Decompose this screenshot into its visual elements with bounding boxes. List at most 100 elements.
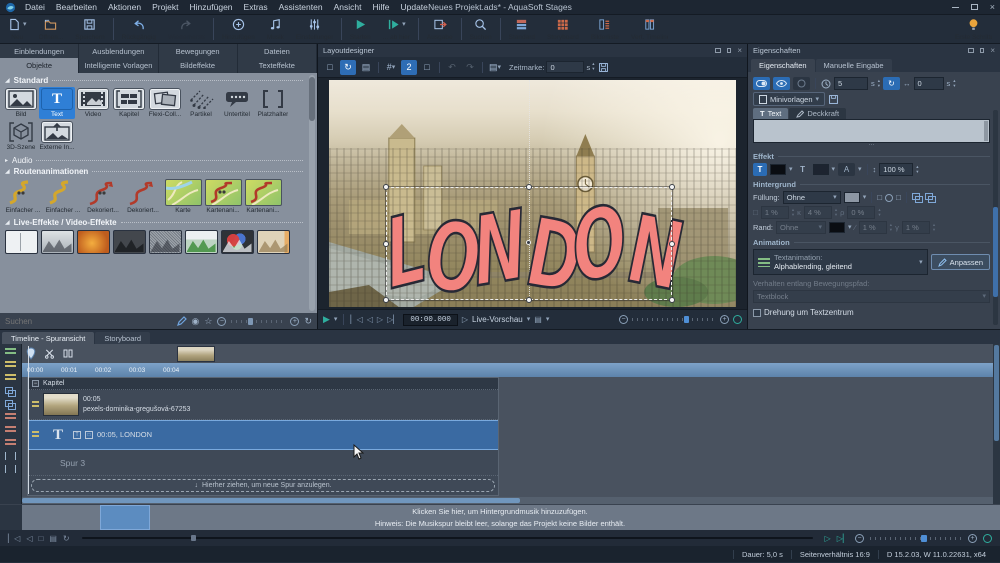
- tab-bildeffekte[interactable]: Bildeffekte: [159, 58, 238, 73]
- first-steps-button[interactable]: Erste Schritte: [949, 15, 998, 43]
- resize-handle-se[interactable]: [669, 297, 675, 303]
- background-image-icon[interactable]: □: [419, 60, 435, 75]
- textanimation-dropdown[interactable]: Textanimation:Alphablending, gleitend ▾: [753, 249, 928, 275]
- skip-end-icon[interactable]: ▷▏: [387, 315, 399, 324]
- effect-thumb-frame[interactable]: [5, 230, 38, 254]
- loop-range-icon[interactable]: [5, 465, 16, 473]
- left-panel-scrollbar[interactable]: [309, 75, 315, 311]
- route-dekoriert-1[interactable]: Dekoriert...: [83, 178, 123, 215]
- rotation-checkbox[interactable]: [753, 309, 761, 317]
- start-from-here-button[interactable]: ▾... ab hier: [377, 15, 416, 43]
- close-panel-icon[interactable]: ×: [990, 46, 995, 55]
- font-color-icon[interactable]: T: [753, 163, 767, 176]
- reset-view-icon[interactable]: ↻: [304, 317, 312, 326]
- zeitmarke-input[interactable]: 0: [546, 61, 584, 73]
- outline-color-swatch[interactable]: [813, 164, 829, 175]
- shape-rounded-icon[interactable]: □: [896, 193, 901, 202]
- zoom-level-icon[interactable]: 2: [401, 60, 417, 75]
- timeline-content[interactable]: 00:00 00:01 00:02 00:03 00:04 − Kapitel …: [22, 344, 993, 504]
- toggle-on-icon[interactable]: [753, 77, 770, 90]
- preview-zoom-in-icon[interactable]: +: [720, 315, 729, 324]
- play-options-caret[interactable]: ▾: [334, 316, 338, 323]
- sound-icon[interactable]: [793, 77, 810, 90]
- route-kartenanimation-2[interactable]: Kartenani...: [243, 178, 283, 215]
- effect-thumb-rgb[interactable]: [221, 230, 254, 254]
- border-color-swatch[interactable]: [829, 222, 845, 233]
- tab-bewegungen[interactable]: Bewegungen: [159, 44, 238, 58]
- fuellung-select[interactable]: Ohne▾: [783, 191, 841, 204]
- new-button[interactable]: ▾Neu: [2, 15, 33, 43]
- route-einfach-1[interactable]: Einfacher ...: [3, 178, 43, 215]
- textarea-scrollbar[interactable]: [984, 121, 988, 141]
- copy-icon[interactable]: [5, 400, 16, 408]
- favorites-star-icon[interactable]: ☆: [204, 317, 212, 326]
- zeitmarke-spinner[interactable]: ▴▾: [592, 62, 594, 72]
- object-flexi-collage[interactable]: Flexi-Coll...: [147, 87, 183, 119]
- tab-einblendungen[interactable]: Einblendungen: [0, 44, 79, 58]
- route-karte[interactable]: Karte: [163, 178, 203, 215]
- menu-hinzufuegen[interactable]: Hinzufügen: [185, 2, 238, 12]
- tab-deckkraft[interactable]: Deckkraft: [789, 108, 846, 119]
- layers-icon[interactable]: ▤: [358, 60, 374, 75]
- float-panel-icon[interactable]: [968, 48, 974, 53]
- visibility-eye-icon[interactable]: [773, 77, 790, 90]
- offset-spinner[interactable]: ▴▾: [953, 79, 955, 89]
- resize-handle-n[interactable]: [526, 184, 532, 190]
- track-compact-icon[interactable]: [5, 374, 16, 382]
- tracks-overview-icon[interactable]: [5, 348, 16, 356]
- skip-end-icon[interactable]: ▷▏: [837, 534, 849, 543]
- section-routenanimationen[interactable]: ◢Routenanimationen: [5, 167, 303, 176]
- object-externe-inhalte[interactable]: Externe In...: [39, 120, 75, 152]
- tab-manuelle-eingabe[interactable]: Manuelle Eingabe: [816, 59, 892, 72]
- preview-canvas[interactable]: LONDON: [318, 78, 747, 309]
- close-panel-icon[interactable]: ×: [737, 46, 742, 55]
- eye-icon[interactable]: ◉: [192, 317, 200, 326]
- menu-aktionen[interactable]: Aktionen: [103, 2, 146, 12]
- live-preview-icon[interactable]: ▷: [462, 315, 468, 324]
- menu-extras[interactable]: Extras: [239, 2, 273, 12]
- timeline-zoom-out-icon[interactable]: −: [855, 534, 864, 543]
- opacity-input[interactable]: 100 %: [879, 163, 913, 176]
- skip-start-icon[interactable]: ▏◁: [8, 534, 20, 543]
- timeline-zoom-in-icon[interactable]: +: [968, 534, 977, 543]
- split-icon[interactable]: [63, 348, 73, 359]
- link-size-icon[interactable]: [912, 193, 922, 202]
- resize-handle-e[interactable]: [669, 241, 675, 247]
- line-spacing-icon[interactable]: ↕: [873, 165, 877, 174]
- search-button[interactable]: Suchen: [464, 15, 498, 43]
- seek-slider[interactable]: [82, 537, 813, 539]
- minivorlagen-button[interactable]: Minivorlagen▾: [753, 92, 825, 106]
- tab-objekte[interactable]: Objekte: [0, 58, 79, 73]
- play-icon[interactable]: ▷: [825, 534, 831, 543]
- section-live-effekte[interactable]: ◢Live-Effekte / Video-Effekte: [5, 218, 303, 227]
- zoom-out-icon[interactable]: −: [217, 317, 226, 326]
- duration-input[interactable]: 5: [834, 77, 868, 90]
- output-button[interactable]: Ausgabe: [421, 15, 459, 43]
- rotation-center-marker[interactable]: [526, 240, 531, 245]
- menu-update[interactable]: Update: [395, 2, 432, 12]
- undo-button[interactable]: Rückgängig: [116, 15, 162, 43]
- menu-ansicht[interactable]: Ansicht: [329, 2, 367, 12]
- open-button[interactable]: Öffnen...: [33, 15, 70, 43]
- kapitel-header[interactable]: − Kapitel: [28, 378, 498, 390]
- playhead-line[interactable]: [28, 346, 29, 494]
- section-audio[interactable]: ▸Audio: [5, 156, 303, 165]
- link-pos-icon[interactable]: [925, 193, 935, 202]
- minimize-icon[interactable]: [952, 7, 959, 8]
- thumbnail-size-slider[interactable]: [231, 318, 285, 325]
- grid-snap-icon[interactable]: #▾: [383, 60, 399, 75]
- timeline-vscrollbar[interactable]: [993, 344, 1000, 504]
- tab-storyboard[interactable]: Storyboard: [95, 332, 150, 344]
- effects-track-icon[interactable]: [5, 413, 16, 421]
- save-timestamp-icon[interactable]: [598, 62, 609, 73]
- save-template-icon[interactable]: [828, 94, 839, 105]
- image-track-item[interactable]: 00:05pexels-dominika-gregušová-67253: [28, 390, 498, 420]
- shape-ellipse-icon[interactable]: [885, 194, 893, 202]
- menu-projekt[interactable]: Projekt: [147, 2, 183, 12]
- step-fwd-icon[interactable]: ▷: [377, 315, 383, 324]
- image-list-button[interactable]: Bilderliste: [585, 15, 625, 43]
- effect-thumb-green[interactable]: [185, 230, 218, 254]
- settings-button[interactable]: Einstellungen: [290, 15, 339, 43]
- shape-rect-icon[interactable]: □: [877, 193, 882, 202]
- storyboard-button[interactable]: Storyboard: [541, 15, 585, 43]
